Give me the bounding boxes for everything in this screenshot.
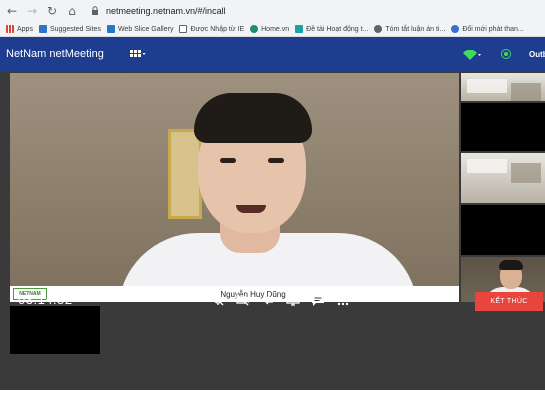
bookmark-doi-moi[interactable]: Đổi mới phát than... — [451, 25, 524, 33]
self-view-tile[interactable] — [10, 306, 100, 354]
video-off-icon — [236, 294, 249, 306]
globe-icon — [374, 25, 383, 33]
mic-off-icon — [212, 293, 224, 306]
site-icon — [250, 25, 259, 33]
bookmark-icon — [38, 25, 47, 33]
bookmark-web-slice-gallery[interactable]: Web Slice Gallery — [106, 25, 174, 33]
reload-icon[interactable]: ↻ — [44, 3, 60, 19]
thumbnail-video[interactable] — [461, 153, 545, 203]
bookmark-de-tai[interactable]: Đề tài Hoạt động t... — [295, 25, 368, 33]
home-icon[interactable]: ⌂ — [64, 3, 80, 19]
bookmark-home-vn[interactable]: Home.vn — [250, 25, 289, 33]
monitor-icon — [286, 294, 300, 306]
bookmark-icon — [106, 25, 115, 33]
more-options-button[interactable] — [335, 292, 351, 308]
apps-grid-icon — [6, 25, 14, 33]
outbound-label[interactable]: Outb — [529, 50, 545, 59]
call-timer: 03:14:52 — [18, 292, 73, 307]
grid-icon — [129, 50, 146, 57]
arrows-icon — [263, 295, 273, 305]
bookmark-label: Suggested Sites — [49, 25, 101, 33]
thumbnail-video[interactable] — [461, 205, 545, 255]
participant-name: Nguyễn Huy Dũng — [220, 289, 286, 299]
back-arrow-icon[interactable]: ← — [4, 3, 20, 19]
bookmark-label: Được Nhập từ IE — [190, 25, 245, 33]
bookmark-label: Home.vn — [261, 25, 290, 33]
main-video-feed[interactable] — [10, 73, 459, 302]
lock-icon[interactable] — [90, 6, 100, 16]
camera-toggle-button[interactable] — [235, 292, 251, 308]
thumbnail-video[interactable] — [461, 73, 545, 101]
bookmarks-bar: Apps Suggested Sites Web Slice Gallery Đ… — [0, 22, 545, 37]
end-call-button[interactable]: KẾT THÚC — [475, 292, 543, 311]
dots-grid-icon — [337, 294, 349, 306]
page-bottom — [0, 390, 545, 403]
screen-share-button[interactable] — [285, 292, 301, 308]
bookmark-label: Đề tài Hoạt động t... — [306, 25, 369, 33]
bookmark-tom-tat[interactable]: Tóm tắt luận án ti... — [374, 25, 445, 33]
bookmark-label: Đổi mới phát than... — [462, 25, 524, 33]
bookmark-apps[interactable]: Apps — [6, 25, 33, 33]
participant-thumbnails — [461, 73, 545, 302]
wifi-signal-icon[interactable] — [462, 47, 482, 65]
connection-status-icon — [501, 49, 511, 59]
chat-button[interactable] — [310, 292, 326, 308]
site-icon — [295, 25, 304, 33]
chat-icon — [312, 295, 324, 306]
picture-frame — [168, 129, 202, 219]
thumbnail-video[interactable] — [461, 103, 545, 151]
url-text[interactable]: netmeeting.netnam.vn/#/incall — [106, 6, 226, 16]
layout-grid-button[interactable] — [129, 50, 146, 58]
bookmark-suggested-sites[interactable]: Suggested Sites — [38, 25, 101, 33]
switch-view-button[interactable] — [260, 292, 276, 308]
mute-microphone-button[interactable] — [210, 292, 226, 308]
bookmark-label: Tóm tắt luận án ti... — [385, 25, 446, 33]
folder-icon — [179, 25, 188, 33]
browser-address-bar: ← → ↻ ⌂ netmeeting.netnam.vn/#/incall — [0, 0, 545, 22]
forward-arrow-icon[interactable]: → — [24, 3, 40, 19]
meeting-stage: NETNAM Nguyễn Huy Dũng — [0, 71, 545, 390]
globe-icon — [451, 25, 460, 33]
app-brand: NetNam netMeeting — [6, 48, 104, 60]
bookmark-label: Apps — [17, 25, 33, 33]
bookmark-label: Web Slice Gallery — [117, 25, 174, 33]
bookmark-ie-import[interactable]: Được Nhập từ IE — [179, 25, 244, 33]
